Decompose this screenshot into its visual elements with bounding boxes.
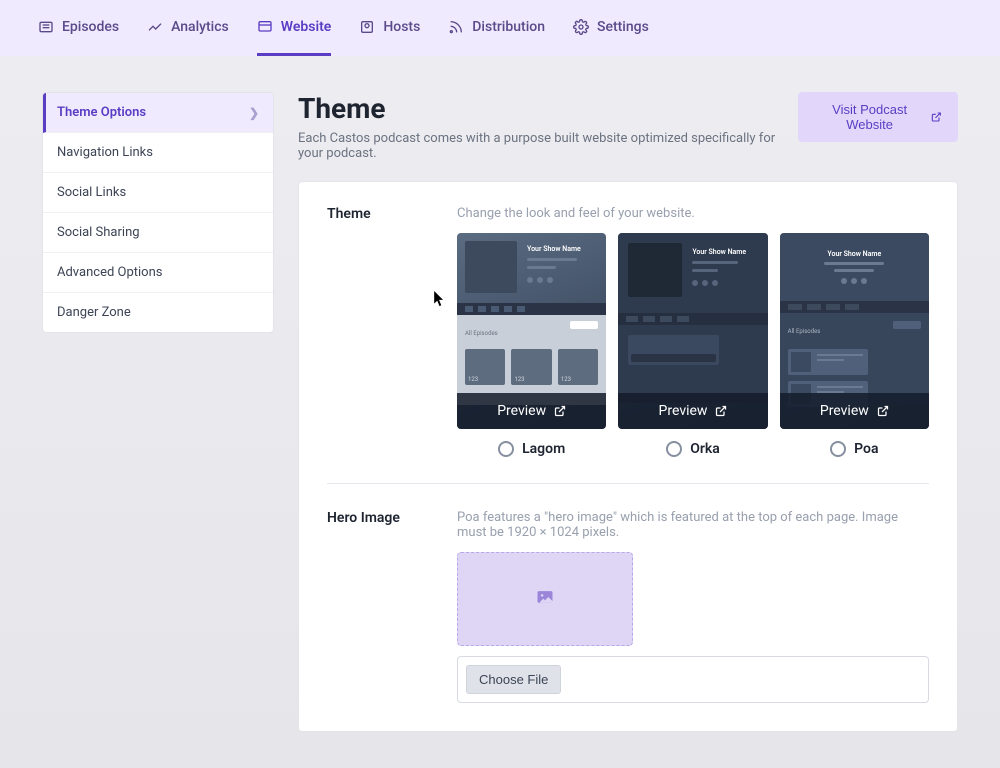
- button-label: Visit Podcast Website: [814, 102, 925, 132]
- sidebar-item-advanced-options[interactable]: Advanced Options: [43, 253, 273, 293]
- chevron-right-icon: ❯: [249, 106, 259, 120]
- hero-description: Poa features a "hero image" which is fea…: [457, 510, 929, 540]
- preview-label: Preview: [659, 403, 708, 419]
- top-navigation: Episodes Analytics Website Hosts Distrib…: [0, 0, 1000, 56]
- sidebar-item-navigation-links[interactable]: Navigation Links: [43, 133, 273, 173]
- image-icon: [535, 587, 555, 612]
- theme-name: Lagom: [522, 441, 565, 457]
- theme-name: Orka: [690, 441, 720, 457]
- preview-label: Preview: [820, 403, 869, 419]
- sidebar-item-label: Danger Zone: [57, 305, 131, 320]
- theme-radio-orka[interactable]: Orka: [666, 441, 720, 457]
- analytics-icon: [147, 19, 163, 35]
- theme-radio-poa[interactable]: Poa: [830, 441, 878, 457]
- sidebar-item-social-sharing[interactable]: Social Sharing: [43, 213, 273, 253]
- sidebar-item-label: Theme Options: [57, 105, 146, 120]
- sidebar-item-danger-zone[interactable]: Danger Zone: [43, 293, 273, 332]
- settings-sidebar: Theme Options ❯ Navigation Links Social …: [42, 92, 274, 333]
- theme-card-poa: Your Show Name All Episodes: [780, 233, 929, 457]
- theme-description: Change the look and feel of your website…: [457, 206, 929, 221]
- choose-file-button[interactable]: Choose File: [466, 665, 561, 694]
- hero-image-dropzone[interactable]: [457, 552, 633, 646]
- mock-show-name: Your Show Name: [827, 250, 881, 258]
- external-link-icon: [931, 111, 942, 123]
- theme-card-orka: Your Show Name: [618, 233, 767, 457]
- theme-settings-card: Theme Change the look and feel of your w…: [298, 181, 958, 732]
- section-label-hero: Hero Image: [327, 510, 427, 703]
- visit-website-button[interactable]: Visit Podcast Website: [798, 92, 958, 142]
- theme-radio-lagom[interactable]: Lagom: [498, 441, 565, 457]
- radio-icon: [498, 441, 514, 457]
- section-divider: [327, 483, 929, 484]
- gear-icon: [573, 19, 589, 35]
- theme-thumbnail-orka: Your Show Name: [618, 233, 767, 429]
- radio-icon: [666, 441, 682, 457]
- main-content: Theme Each Castos podcast comes with a p…: [298, 92, 958, 732]
- nav-analytics[interactable]: Analytics: [147, 0, 229, 56]
- mock-show-name: Your Show Name: [692, 248, 757, 256]
- radio-icon: [830, 441, 846, 457]
- nav-label: Settings: [597, 19, 649, 35]
- sidebar-item-theme-options[interactable]: Theme Options ❯: [43, 93, 273, 133]
- preview-button-poa[interactable]: Preview: [780, 393, 929, 429]
- nav-settings[interactable]: Settings: [573, 0, 649, 56]
- hosts-icon: [359, 19, 375, 35]
- nav-distribution[interactable]: Distribution: [448, 0, 545, 56]
- page-subtitle: Each Castos podcast comes with a purpose…: [298, 131, 798, 161]
- nav-label: Distribution: [472, 19, 545, 35]
- preview-button-orka[interactable]: Preview: [618, 393, 767, 429]
- page-title: Theme: [298, 92, 798, 125]
- sidebar-item-label: Social Links: [57, 185, 126, 200]
- nav-label: Hosts: [383, 19, 420, 35]
- external-link-icon: [877, 405, 889, 417]
- theme-thumbnail-poa: Your Show Name All Episodes: [780, 233, 929, 429]
- nav-website[interactable]: Website: [257, 0, 332, 56]
- sidebar-item-label: Advanced Options: [57, 265, 162, 280]
- mock-all-episodes: All Episodes: [465, 330, 498, 337]
- button-label: Choose File: [479, 672, 548, 687]
- nav-hosts[interactable]: Hosts: [359, 0, 420, 56]
- nav-label: Episodes: [62, 19, 119, 35]
- nav-label: Analytics: [171, 19, 229, 35]
- section-label-theme: Theme: [327, 206, 427, 457]
- theme-card-lagom: Your Show Name All Episodes: [457, 233, 606, 457]
- episodes-icon: [38, 19, 54, 35]
- theme-name: Poa: [854, 441, 878, 457]
- distribution-icon: [448, 19, 464, 35]
- nav-episodes[interactable]: Episodes: [38, 0, 119, 56]
- file-input-row: Choose File: [457, 656, 929, 703]
- sidebar-item-label: Navigation Links: [57, 145, 153, 160]
- external-link-icon: [554, 405, 566, 417]
- preview-label: Preview: [497, 403, 546, 419]
- nav-label: Website: [281, 19, 332, 35]
- theme-thumbnail-lagom: Your Show Name All Episodes: [457, 233, 606, 429]
- mock-show-name: Your Show Name: [527, 245, 598, 253]
- sidebar-item-social-links[interactable]: Social Links: [43, 173, 273, 213]
- website-icon: [257, 19, 273, 35]
- mock-all-episodes: All Episodes: [788, 328, 821, 335]
- sidebar-item-label: Social Sharing: [57, 225, 140, 240]
- external-link-icon: [715, 405, 727, 417]
- preview-button-lagom[interactable]: Preview: [457, 393, 606, 429]
